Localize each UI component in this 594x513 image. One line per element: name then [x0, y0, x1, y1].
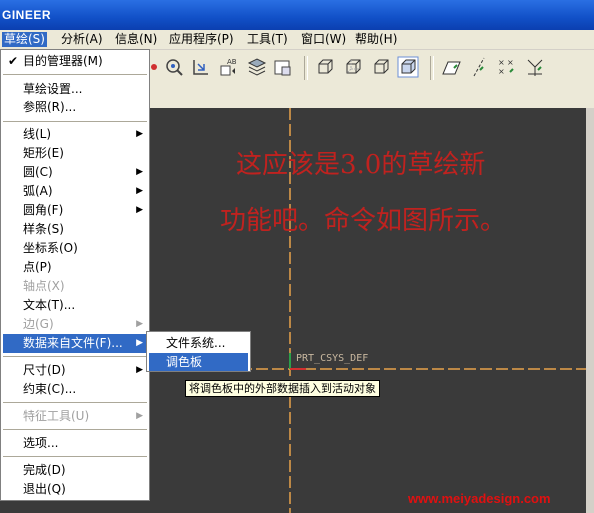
submenu-arrow-icon: ▶ — [136, 411, 143, 421]
svg-text:AB: AB — [227, 58, 237, 66]
menu-item-spline[interactable]: 样条(S) — [3, 220, 147, 239]
menu-item-axis-point: 轴点(X) — [23, 279, 65, 293]
csys-label: PRT_CSYS_DEF — [296, 353, 369, 364]
menu-item-dimension[interactable]: 尺寸(D) ▶ — [3, 361, 147, 380]
submenu-item-file-system[interactable]: 文件系统... — [149, 334, 248, 352]
submenu-arrow-icon: ▶ — [136, 365, 143, 375]
menu-separator — [3, 121, 147, 122]
check-icon: ✔ — [8, 54, 19, 68]
data-from-file-submenu: 文件系统... 调色板 — [146, 331, 251, 372]
reorient-icon[interactable] — [190, 56, 212, 78]
watermark-url: www.meiyadesign.com — [408, 491, 551, 506]
palette-tooltip: 将调色板中的外部数据插入到活动对象 — [185, 380, 380, 397]
menu-separator — [3, 429, 147, 430]
submenu-arrow-icon: ▶ — [136, 167, 143, 177]
view-list-icon[interactable]: AB — [218, 56, 240, 78]
menu-window[interactable]: 窗口(W) — [299, 32, 348, 47]
submenu-item-palette[interactable]: 调色板 — [149, 353, 248, 371]
hidden-line-icon[interactable] — [342, 56, 364, 78]
menu-applications[interactable]: 应用程序(P) — [167, 32, 236, 47]
menu-item-constrain[interactable]: 约束(C)... — [3, 380, 147, 399]
layers-icon[interactable] — [246, 56, 268, 78]
menu-item-references[interactable]: 参照(R)... — [3, 98, 147, 117]
menu-item-fillet[interactable]: 圆角(F) ▶ — [3, 201, 147, 220]
menu-separator — [3, 456, 147, 457]
datum-plane-icon[interactable] — [440, 56, 462, 78]
annotation-line-1: 这应该是3.0的草绘新 — [236, 150, 486, 180]
svg-text:×: × — [507, 58, 514, 67]
svg-text:×: × — [498, 58, 505, 67]
toolbar-separator — [430, 56, 434, 80]
svg-text:×: × — [498, 67, 505, 76]
menu-item-arc[interactable]: 弧(A) ▶ — [3, 182, 147, 201]
menu-separator — [3, 74, 147, 75]
submenu-arrow-icon: ▶ — [136, 186, 143, 196]
menu-item-rectangle[interactable]: 矩形(E) — [3, 144, 147, 163]
datum-point-icon[interactable]: × ×× — [496, 56, 518, 78]
menu-info[interactable]: 信息(N) — [113, 32, 159, 47]
menu-analysis[interactable]: 分析(A) — [59, 32, 105, 47]
shading-icon[interactable] — [397, 56, 419, 78]
menu-help[interactable]: 帮助(H) — [353, 32, 399, 47]
menu-item-edge: 边(G) ▶ — [3, 315, 147, 334]
menu-sketch[interactable]: 草绘(S) — [2, 32, 47, 47]
submenu-arrow-icon: ▶ — [136, 205, 143, 215]
refit-icon[interactable] — [163, 56, 185, 78]
toolbar-separator — [304, 56, 308, 80]
menu-item-coordinate-system[interactable]: 坐标系(O) — [3, 239, 147, 258]
menu-item-text[interactable]: 文本(T)... — [3, 296, 147, 315]
no-hidden-icon[interactable] — [370, 56, 392, 78]
menu-item-feature-tools: 特征工具(U) ▶ — [3, 407, 147, 426]
csys-display-icon[interactable] — [524, 56, 546, 78]
menu-separator — [3, 356, 147, 357]
wireframe-icon[interactable] — [314, 56, 336, 78]
submenu-arrow-icon: ▶ — [136, 338, 143, 348]
menu-item-point[interactable]: 点(P) — [3, 258, 147, 277]
right-panel-edge — [586, 108, 594, 513]
menu-item-line[interactable]: 线(L) ▶ — [3, 125, 147, 144]
menu-item-quit[interactable]: 退出(Q) — [3, 480, 147, 499]
saved-view-icon[interactable] — [272, 56, 294, 78]
menu-item-intent-manager[interactable]: ✔ 目的管理器(M) — [3, 52, 147, 71]
annotation-line-2: 功能吧。命令如图所示。 — [220, 206, 507, 236]
menu-item-data-from-file[interactable]: 数据来自文件(F)... ▶ — [3, 334, 147, 353]
menu-tools[interactable]: 工具(T) — [245, 32, 290, 47]
menu-item-circle[interactable]: 圆(C) ▶ — [3, 163, 147, 182]
submenu-arrow-icon: ▶ — [136, 319, 143, 329]
menu-item-options[interactable]: 选项... — [3, 434, 147, 453]
menu-separator — [3, 402, 147, 403]
menu-item-sketch-setup[interactable]: 草绘设置... — [3, 80, 147, 99]
title-bar: GINEER — [0, 0, 594, 30]
menu-item-done[interactable]: 完成(D) — [3, 461, 147, 480]
window-title: GINEER — [2, 8, 52, 22]
datum-axis-icon[interactable] — [468, 56, 490, 78]
submenu-arrow-icon: ▶ — [136, 129, 143, 139]
sketch-menu: ✔ 目的管理器(M) 草绘设置... 参照(R)... 线(L) ▶ 矩形(E) 圆… — [0, 49, 150, 501]
menu-bar: 草绘(S) 分析(A) 信息(N) 应用程序(P) 工具(T) 窗口(W) 帮助… — [0, 30, 594, 50]
